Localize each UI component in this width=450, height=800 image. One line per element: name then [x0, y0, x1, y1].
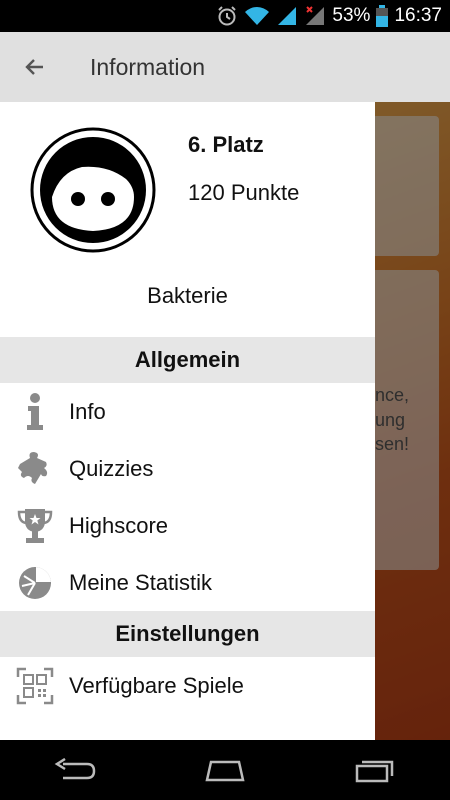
status-bar: 53% 16:37: [0, 0, 450, 32]
signal-icon: [276, 5, 298, 27]
battery-percent: 53%: [332, 5, 371, 26]
menu-item-verfuegbare-spiele[interactable]: Verfügbare Spiele: [0, 657, 375, 714]
menu-item-label: Info: [69, 398, 106, 424]
username: Bakterie: [147, 283, 228, 308]
app-bar: Information: [0, 32, 450, 102]
trophy-icon: [0, 497, 69, 554]
menu-item-info[interactable]: Info: [0, 383, 375, 440]
menu-item-quizzies[interactable]: Quizzies: [0, 440, 375, 497]
info-icon: [0, 383, 69, 440]
wifi-icon: [244, 5, 270, 27]
menu-item-label: Quizzies: [69, 455, 154, 481]
menu-item-label: Highscore: [69, 512, 169, 538]
pie-chart-icon: [0, 554, 69, 611]
drawer-scrim[interactable]: [375, 102, 450, 740]
battery-icon: [376, 5, 389, 27]
page-title: Information: [90, 53, 206, 80]
back-nav-icon: [54, 758, 96, 780]
nav-back-button[interactable]: [35, 745, 115, 795]
section-header-einstellungen: Einstellungen: [0, 611, 375, 657]
nav-recents-button[interactable]: [335, 745, 415, 795]
arrow-back-icon: [25, 59, 43, 75]
rank-label: 6. Platz: [188, 132, 264, 157]
background-content: nce, ung sen!: [375, 102, 450, 740]
menu-item-highscore[interactable]: Highscore: [0, 497, 375, 554]
points-label: 120 Punkte: [188, 180, 300, 205]
clock: 16:37: [394, 5, 442, 26]
menu-item-meine-statistik[interactable]: Meine Statistik: [0, 554, 375, 611]
back-button[interactable]: [0, 32, 70, 102]
system-nav-bar: [0, 740, 450, 800]
home-nav-icon: [205, 760, 245, 782]
profile-header: 6. Platz 120 Punkte Bakterie: [0, 102, 375, 337]
signal-no-data-icon: [304, 5, 326, 27]
qr-code-icon: [0, 657, 69, 714]
menu-item-label: Meine Statistik: [69, 569, 213, 595]
puzzle-icon: [0, 440, 69, 497]
face-avatar-icon: [30, 127, 156, 253]
alarm-icon: [216, 5, 238, 27]
section-header-allgemein: Allgemein: [0, 337, 375, 383]
nav-home-button[interactable]: [185, 745, 265, 795]
recents-nav-icon: [355, 760, 394, 783]
menu-item-label: Verfügbare Spiele: [69, 672, 244, 698]
navigation-drawer: 6. Platz 120 Punkte Bakterie Allgemein I…: [0, 102, 375, 740]
